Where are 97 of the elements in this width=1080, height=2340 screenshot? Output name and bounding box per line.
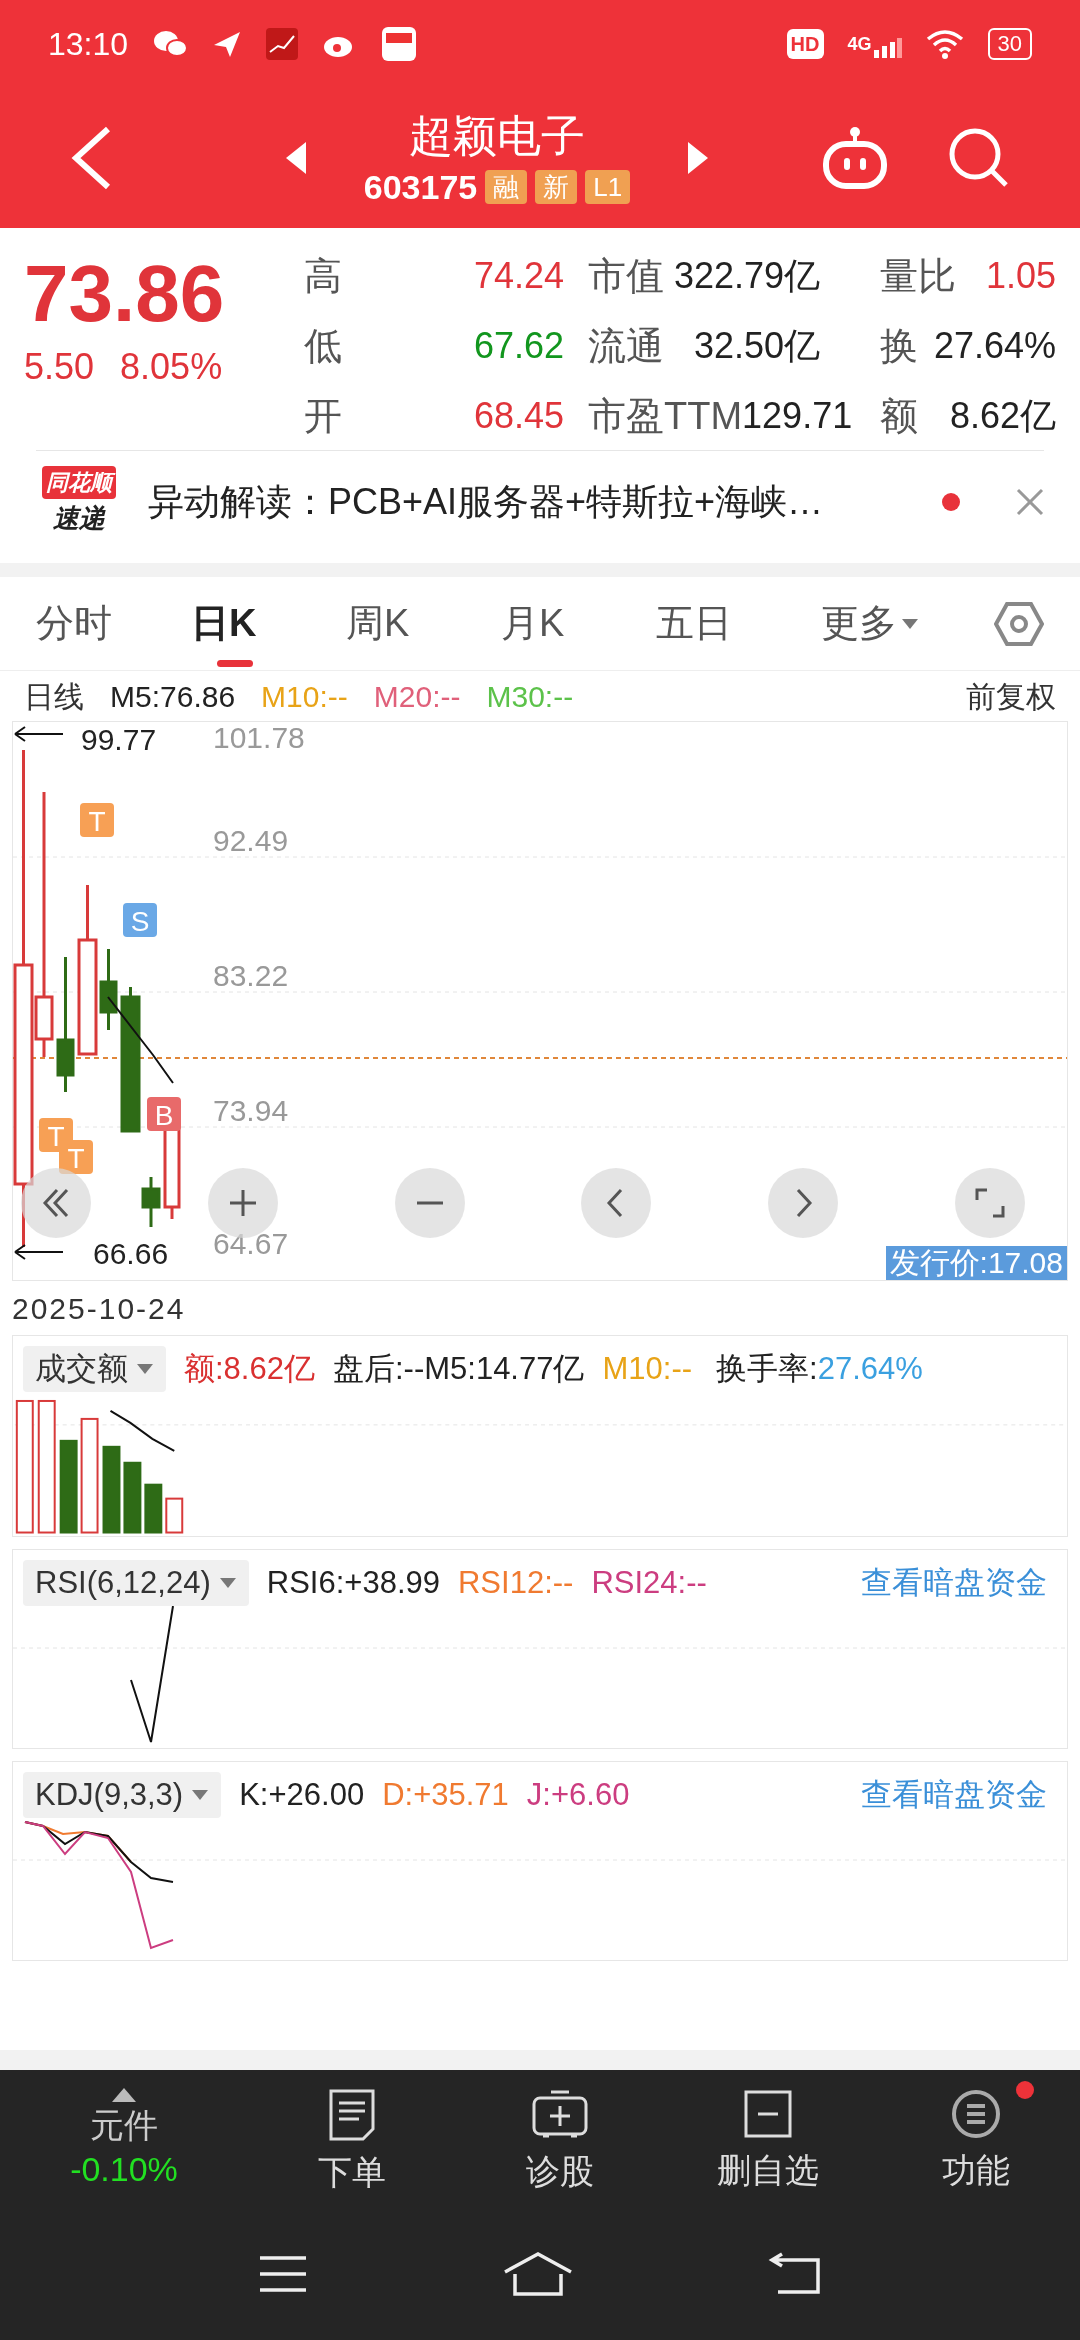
price-change: 5.50 bbox=[24, 345, 95, 389]
dropdown-icon bbox=[901, 617, 919, 630]
indicator-reading: 盘后:--M5:14.77亿 bbox=[332, 1350, 585, 1388]
dropdown-icon bbox=[191, 1789, 210, 1802]
stat-label: 市值 bbox=[588, 253, 664, 299]
stat-value: 67.62 bbox=[473, 324, 564, 368]
ma-reading: M10:-- bbox=[261, 678, 348, 715]
volume-average-line bbox=[109, 1409, 176, 1452]
corners-icon bbox=[973, 1186, 1007, 1220]
trade-signal-marker: T bbox=[59, 1140, 93, 1174]
bottom-nav-item[interactable]: 下单 bbox=[248, 2076, 456, 2202]
stock-code: 603175 bbox=[363, 167, 478, 208]
stat-label: 流通 bbox=[588, 323, 664, 369]
search-icon[interactable] bbox=[948, 127, 1010, 189]
stat-value: 74.24 bbox=[473, 254, 564, 298]
stat-value: 32.50亿 bbox=[693, 324, 820, 368]
ma-reading: M5:76.86 bbox=[110, 678, 236, 715]
ma-reading: M30:-- bbox=[486, 678, 574, 715]
stock-tag: 新 bbox=[535, 170, 578, 204]
indicator-reading: 额:8.62亿 bbox=[184, 1350, 315, 1388]
adjust-mode[interactable]: 前复权 bbox=[966, 673, 1056, 719]
signal-icon bbox=[873, 35, 902, 58]
indicator-selector[interactable]: RSI(6,12,24) bbox=[23, 1560, 249, 1607]
issue-price-label: 发行价:17.08 bbox=[885, 1246, 1067, 1280]
logo-text: 同花顺 bbox=[42, 466, 116, 499]
menu-icon[interactable] bbox=[257, 2254, 308, 2294]
bottom-nav-item[interactable]: 诊股 bbox=[456, 2077, 664, 2201]
stat-value: 322.79亿 bbox=[673, 254, 820, 298]
home-icon[interactable] bbox=[503, 2252, 573, 2296]
sector-change: -0.10% bbox=[70, 2149, 178, 2190]
indicator-reading: M10:-- bbox=[602, 1350, 693, 1388]
stat-label: 低 bbox=[304, 323, 342, 369]
status-time: 13:10 bbox=[48, 25, 129, 64]
stat-value: 8.62亿 bbox=[949, 394, 1056, 438]
stat-label: 开 bbox=[304, 393, 342, 439]
indicator-reading: J:+6.60 bbox=[526, 1776, 630, 1814]
stock-tag: 融 bbox=[485, 170, 528, 204]
trade-signal-marker: T bbox=[80, 803, 114, 837]
indicator-selector[interactable]: 成交额 bbox=[23, 1346, 166, 1393]
price-axis-label: 73.94 bbox=[213, 1094, 289, 1127]
date-label: 2025-10-24 bbox=[12, 1290, 186, 1327]
back-icon[interactable] bbox=[768, 2252, 823, 2296]
bottom-nav-item[interactable]: 删自选 bbox=[664, 2078, 872, 2200]
stock-name: 超颖电子 bbox=[409, 110, 585, 162]
stat-value: 27.64% bbox=[933, 324, 1056, 368]
indicator-reading: RSI12:-- bbox=[458, 1564, 574, 1602]
stat-label: 换 bbox=[880, 323, 918, 369]
stat-label: 市盈TTM bbox=[588, 393, 743, 439]
menu-circle-icon bbox=[951, 2088, 1001, 2139]
turnover-reading: 换手率:27.64% bbox=[716, 1350, 923, 1388]
stat-label: 量比 bbox=[880, 253, 956, 299]
dropdown-icon bbox=[136, 1363, 154, 1376]
chart-tab[interactable]: 分时 bbox=[36, 576, 191, 671]
stat-value: 129.71 bbox=[742, 394, 853, 438]
close-icon[interactable] bbox=[1016, 488, 1044, 516]
hd-indicator: HD bbox=[786, 29, 824, 59]
chart-tab[interactable]: 月K bbox=[501, 576, 656, 671]
candlestick bbox=[141, 1177, 161, 1227]
logo-text: 速递 bbox=[53, 502, 105, 535]
more-tab[interactable]: 更多 bbox=[821, 576, 919, 671]
stat-label: 高 bbox=[304, 253, 342, 299]
trade-signal-marker: B bbox=[147, 1097, 181, 1131]
indicator-reading: RSI6:+38.99 bbox=[266, 1564, 440, 1602]
last-price: 73.86 bbox=[24, 248, 226, 340]
chart-tab[interactable]: 日K bbox=[191, 576, 346, 671]
minus-square-icon bbox=[743, 2088, 793, 2139]
paper-plane-icon bbox=[212, 29, 243, 59]
indicator-reading: D:+35.71 bbox=[382, 1776, 509, 1814]
stock-tag: L1 bbox=[585, 170, 631, 204]
sector-name[interactable]: 元件 bbox=[90, 2103, 158, 2147]
indicator-reading: RSI24:-- bbox=[591, 1564, 707, 1602]
robot-icon[interactable] bbox=[820, 126, 890, 190]
indicator-reading: K:+26.00 bbox=[239, 1776, 365, 1814]
chart-tab[interactable]: 周K bbox=[346, 576, 501, 671]
news-headline[interactable]: 异动解读：PCB+AI服务器+特斯拉+海峡… bbox=[148, 475, 916, 529]
bottom-nav-item[interactable]: 功能 bbox=[872, 2078, 1080, 2200]
stat-value: 1.05 bbox=[985, 254, 1056, 298]
battery-indicator: 30 bbox=[987, 28, 1032, 60]
stat-value: 68.45 bbox=[473, 394, 564, 438]
price-axis-label: 101.78 bbox=[213, 722, 305, 754]
period-label: 日线 bbox=[24, 678, 84, 715]
dropdown-icon bbox=[218, 1577, 237, 1590]
price-axis-label: 83.22 bbox=[213, 959, 289, 992]
ma-reading: M20:-- bbox=[373, 678, 461, 715]
trade-signal-marker: S bbox=[123, 903, 157, 937]
pay-app-icon bbox=[382, 27, 417, 61]
chart-tab[interactable]: 五日 bbox=[656, 576, 811, 671]
price-axis-label: 64.67 bbox=[213, 1226, 289, 1260]
settings-icon[interactable] bbox=[994, 600, 1044, 647]
stat-label: 额 bbox=[880, 393, 918, 439]
expand-up-icon[interactable] bbox=[111, 2087, 137, 2103]
change-percent: 8.05% bbox=[120, 345, 223, 389]
price-axis-label: 92.49 bbox=[213, 824, 289, 858]
chart-app-icon bbox=[266, 28, 299, 60]
network-type: 4G bbox=[847, 32, 872, 56]
indicator-selector[interactable]: KDJ(9,3,3) bbox=[23, 1772, 222, 1819]
wifi-icon bbox=[925, 29, 964, 59]
